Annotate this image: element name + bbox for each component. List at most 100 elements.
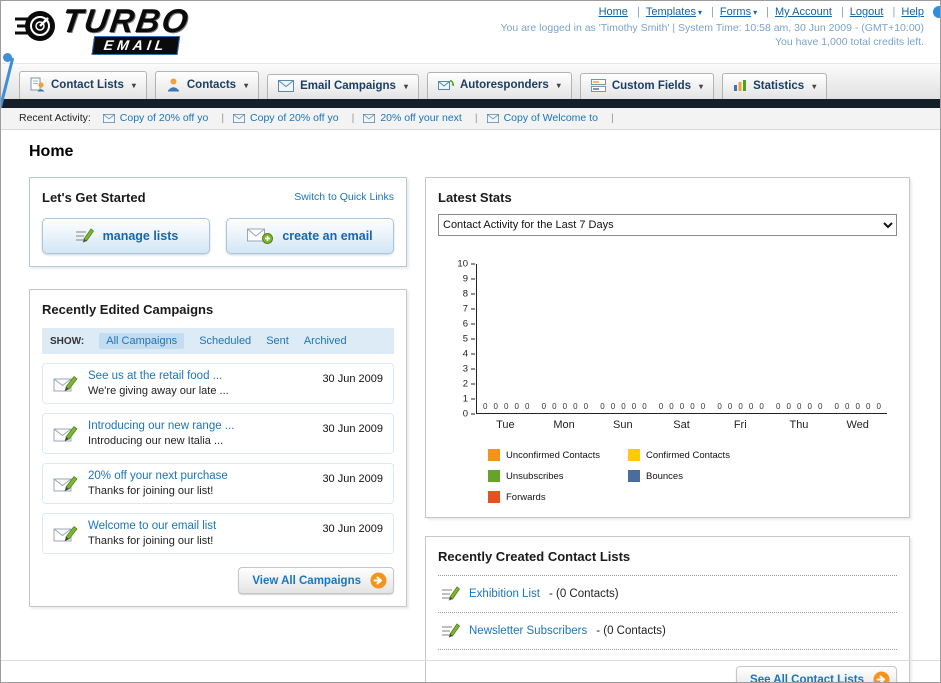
forms-link[interactable]: Forms [720,6,751,18]
panel-title: Latest Stats [438,190,512,205]
button-label: create an email [282,229,373,243]
chart-value: 0 [748,402,754,411]
campaign-title-link[interactable]: See us at the retail food ... [88,370,313,382]
logout-link[interactable]: Logout [850,6,884,18]
chart-value-group: 00000 [477,402,536,411]
chart-value: 0 [621,402,626,411]
campaign-subtitle: Thanks for joining our list! [88,485,214,497]
home-link[interactable]: Home [599,6,628,18]
nav-tab-email-campaigns[interactable]: Email Campaigns [267,74,419,99]
y-tick-label: 8 [463,289,475,300]
filter-sent[interactable]: Sent [266,335,289,347]
chart-value-group: 00000 [770,402,829,411]
recent-activity-item-label: Copy of 20% off yo [250,112,339,124]
recent-activity-label: Recent Activity: [19,112,91,124]
switch-to-quick-links[interactable]: Switch to Quick Links [294,191,394,203]
legend-item: Forwards [488,491,628,503]
credits-info-text: You have 1,000 total credits left. [774,36,924,48]
chart-value: 0 [866,402,871,411]
button-label: manage lists [102,229,179,243]
nav-tab-label: Autoresponders [459,79,549,91]
dropdown-arrow-icon [810,80,816,92]
dropdown-arrow-icon [402,80,408,92]
orange-arrow-icon [873,671,890,682]
my-account-link[interactable]: My Account [775,6,832,18]
recent-activity-item[interactable]: Copy of 20% off yo [102,112,233,124]
filter-scheduled[interactable]: Scheduled [199,335,251,347]
logo-word-turbo: TURBO [59,2,193,39]
chart-value: 0 [514,402,519,411]
filter-all-campaigns[interactable]: All Campaigns [99,333,185,349]
nav-tab-autoresponders[interactable]: Autoresponders [426,72,572,99]
chart-value-group: 00000 [653,402,712,411]
contact-list-link[interactable]: Newsletter Subscribers [469,625,587,637]
chart-value: 0 [817,402,823,411]
chart-value: 0 [669,402,674,411]
nav-tab-label: Statistics [753,79,805,92]
button-label: View All Campaigns [252,574,361,587]
legend-label: Bounces [646,470,683,482]
compose-email-icon [53,525,78,541]
main-content: Home Let's Get Started Switch to Quick L… [1,130,940,683]
new-email-icon [247,228,274,244]
x-axis-label: Sat [673,419,690,431]
chart-value: 0 [658,402,664,411]
manage-lists-button[interactable]: manage lists [42,218,210,254]
chart-value: 0 [876,402,881,411]
nav-tab-label: Contacts [186,78,237,91]
top-nav-item: Templates [631,6,702,18]
y-tick-label: 10 [457,259,475,270]
legend-swatch [628,470,640,482]
y-tick-label: 7 [463,304,475,315]
contact-list-link[interactable]: Exhibition List [469,588,540,600]
x-axis-label: Mon [553,419,575,431]
get-started-panel: Let's Get Started Switch to Quick Links [29,177,407,267]
campaign-title-link[interactable]: 20% off your next purchase [88,470,313,482]
legend-label: Unconfirmed Contacts [506,449,600,461]
speedometer-icon [15,11,55,41]
chart-value: 0 [845,402,850,411]
help-link[interactable]: Help [901,6,924,18]
filter-archived[interactable]: Archived [304,335,347,347]
recent-activity-item[interactable]: Copy of Welcome to [486,112,623,124]
nav-tab-label: Contact Lists [51,78,124,91]
x-axis-label: Tue [496,419,515,431]
recent-activity-item[interactable]: 20% off your next [363,112,486,124]
contacts-icon [167,78,179,92]
chart-value-group: 00000 [594,402,653,411]
dropdown-arrow-icon [697,80,703,92]
statistics-icon [734,80,747,91]
nav-tab-statistics[interactable]: Statistics [722,73,828,99]
campaign-title-link[interactable]: Welcome to our email list [88,520,313,532]
chart-value: 0 [738,402,743,411]
left-column: Let's Get Started Switch to Quick Links [29,177,407,607]
chart-value: 0 [631,402,637,411]
campaign-title-link[interactable]: Introducing our new range ... [88,420,313,432]
nav-tab-custom-fields[interactable]: Custom Fields [579,73,715,99]
y-tick-label: 0 [463,409,475,420]
legend-swatch [628,449,640,461]
chart-value: 0 [610,402,616,411]
email-campaigns-icon [278,80,295,92]
recent-activity-item[interactable]: Copy of 20% off yo [233,112,363,124]
button-label: See All Contact Lists [750,673,864,683]
nav-tab-contacts[interactable]: Contacts [154,71,260,99]
templates-link[interactable]: Templates [646,6,696,18]
nav-tab-contact-lists[interactable]: Contact Lists [19,71,147,99]
campaign-date: 30 Jun 2009 [322,523,383,535]
stats-period-select[interactable]: Contact Activity for the Last 7 Days [438,214,897,236]
custom-fields-icon [590,79,606,92]
legend-item: Unsubscribes [488,470,628,482]
top-nav-item: Forms [705,6,757,18]
nav-tab-label: Email Campaigns [300,80,396,92]
pencil-edit-icon [75,228,94,243]
chart-value-group: 00000 [536,402,595,411]
chart-value: 0 [483,402,488,411]
x-axis-label: Sun [613,419,633,431]
view-all-campaigns-button[interactable]: View All Campaigns [238,567,394,594]
create-an-email-button[interactable]: create an email [226,218,394,254]
chart-value: 0 [717,402,722,411]
chart-y-axis: 10 9 8 7 6 5 4 3 2 1 0 [446,259,476,420]
see-all-contact-lists-button[interactable]: See All Contact Lists [736,666,897,683]
legend-swatch [488,491,500,503]
